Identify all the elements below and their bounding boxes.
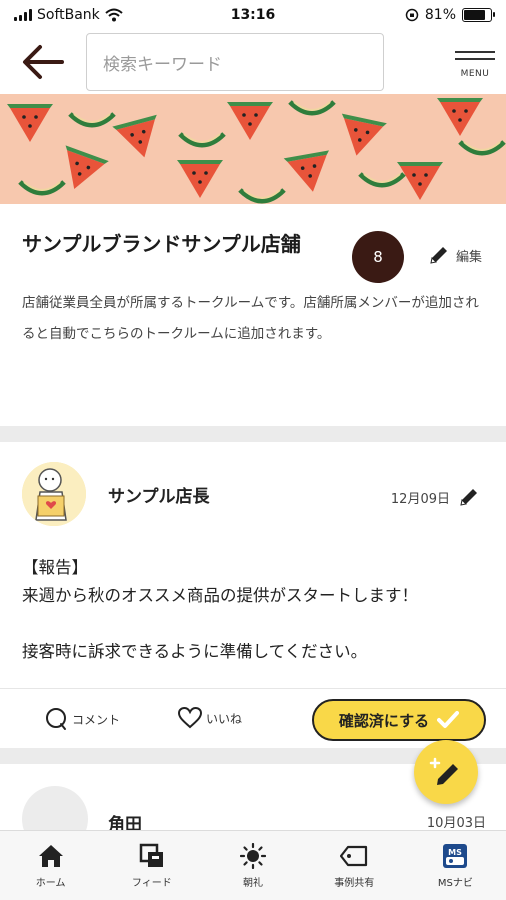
post-body-line: 【報告】 [22,558,88,577]
feed-icon [138,842,166,870]
nav-item-case-sharing[interactable]: 事例共有 [304,831,405,900]
nav-label: 事例共有 [334,878,375,889]
search-placeholder: 検索キーワード [103,54,222,75]
tag-icon [340,842,368,870]
status-bar: SoftBank 13:16 81% [0,0,506,30]
orientation-lock-icon [405,8,419,22]
nav-item-feed[interactable]: フィード [101,831,202,900]
confirm-label: 確認済にする [338,711,430,730]
post-body-line: 接客時に訴求できるように準備してください。 [22,642,368,661]
nav-item-ms-navi[interactable]: MS MSナビ [405,831,506,900]
home-icon [37,842,65,870]
comment-icon [46,708,66,730]
comment-label: コメント [72,712,121,727]
svg-text:MS: MS [449,848,463,857]
edit-label: 編集 [456,249,483,265]
character-avatar-icon [22,462,86,526]
watermelon-pattern [7,98,506,204]
carrier-name: SoftBank [37,7,100,23]
post-actions: コメント いいね 確認済にする [0,688,506,748]
room-title: サンプルブランドサンプル店舗 [22,232,301,256]
compose-icon [429,757,458,785]
post-author: サンプル店長 [108,487,210,507]
battery-icon [462,8,495,22]
section-divider [0,426,506,442]
menu-label: MENU [460,68,490,79]
edit-room-button[interactable]: 編集 [428,244,482,266]
room-info: サンプルブランドサンプル店舗 8 編集 店舗従業員全員が所属するトークルームです… [0,204,506,426]
confirm-read-button[interactable]: 確認済にする [312,699,486,741]
battery-percent: 81% [424,7,456,23]
nav-label: 朝礼 [243,878,263,889]
room-description: 店舗従業員全員が所属するトークルームです。店舗所属メンバーが追加されると自動でこ… [22,295,479,342]
post-date: 10月03日 [426,816,486,830]
bottom-nav: ホーム フィード 朝礼 事例共有 MS MSナビ [0,830,506,900]
arrow-left-icon [23,45,64,79]
sun-icon [239,842,267,870]
pencil-icon [430,247,447,264]
room-banner-image [0,94,506,204]
ms-navi-icon: MS [441,842,469,870]
post-body-line: 来週から秋のオススメ商品の提供がスタートします！ [22,586,418,605]
nav-label: MSナビ [437,878,473,889]
member-count: 8 [373,248,383,266]
post-body-line [22,610,492,638]
like-button[interactable]: いいね [178,707,242,729]
post-date: 12月09日 [390,491,450,507]
avatar[interactable] [22,786,88,830]
new-post-button[interactable] [414,740,478,804]
nav-label: ホーム [35,878,66,889]
menu-button[interactable]: MENU [444,30,506,94]
nav-item-home[interactable]: ホーム [0,831,101,900]
post-author: 角田 [108,815,142,830]
post-date-row: 12月09日 [391,486,480,508]
app-header: 検索キーワード MENU [0,30,506,94]
wifi-icon [105,8,123,22]
signal-icon [14,9,32,21]
member-count-badge[interactable]: 8 [352,231,404,283]
pencil-icon[interactable] [458,486,480,508]
comment-button[interactable]: コメント [44,707,120,731]
checkmark-icon [437,711,460,728]
heart-icon [178,707,202,729]
nav-label: フィード [131,878,172,889]
post-card: サンプル店長 12月09日 【報告】 来週から秋のオススメ商品の提供がスタートし… [0,442,506,748]
avatar[interactable] [22,462,86,526]
back-button[interactable] [0,30,86,94]
post-body: 【報告】 来週から秋のオススメ商品の提供がスタートします！ 接客時に訴求できるよ… [22,554,492,666]
like-label: いいね [206,711,243,726]
search-input[interactable]: 検索キーワード [86,33,384,91]
nav-item-morning-meeting[interactable]: 朝礼 [202,831,303,900]
hamburger-icon [455,46,495,65]
